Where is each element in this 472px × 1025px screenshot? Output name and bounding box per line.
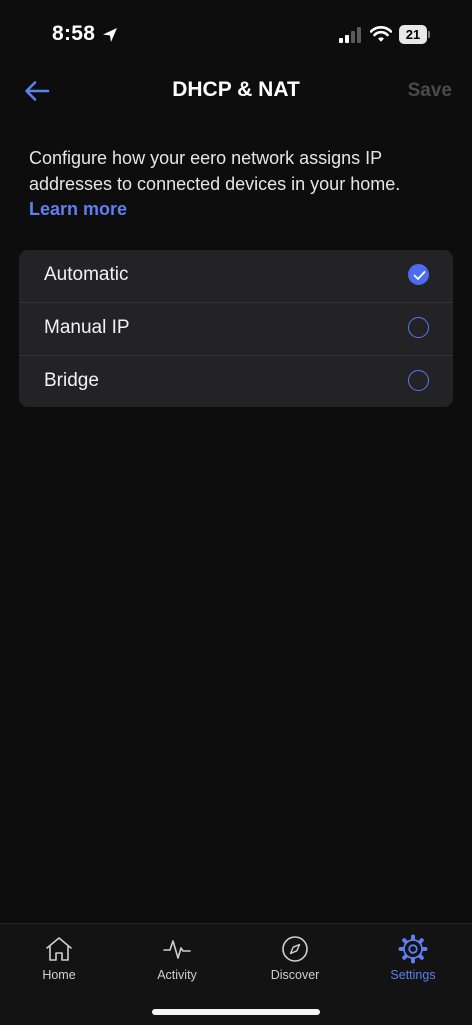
tab-discover[interactable]: Discover [236, 934, 354, 982]
tab-label: Discover [270, 968, 320, 982]
battery-nub [428, 31, 430, 38]
tab-label: Activity [157, 968, 197, 982]
tab-bar: Home Activity Discover Settings [0, 923, 472, 1025]
battery-indicator: 21 [399, 25, 430, 44]
nav-bar: DHCP & NAT Save [0, 68, 472, 114]
battery-level: 21 [405, 27, 421, 42]
learn-more-link[interactable]: Learn more [29, 199, 127, 219]
activity-icon [163, 940, 191, 959]
status-bar: 8:58 21 [0, 0, 472, 70]
tab-activity[interactable]: Activity [118, 934, 236, 982]
checked-radio-icon[interactable] [408, 264, 429, 285]
option-label: Manual IP [44, 317, 130, 338]
cellular-signal-icon [339, 27, 361, 43]
gear-icon [398, 934, 428, 964]
save-button[interactable]: Save [408, 80, 452, 102]
page-description: Configure how your eero network assigns … [29, 146, 449, 223]
option-label: Bridge [44, 370, 99, 391]
radio-icon[interactable] [408, 317, 429, 338]
checkmark-icon [413, 271, 426, 280]
network-mode-options: Automatic Manual IP Bridge [19, 250, 453, 407]
option-automatic[interactable]: Automatic [19, 250, 453, 303]
status-time: 8:58 [52, 22, 96, 45]
tab-label: Settings [390, 968, 436, 982]
home-icon [46, 937, 72, 961]
option-label: Automatic [44, 264, 129, 285]
compass-icon [282, 936, 308, 962]
tab-home[interactable]: Home [0, 934, 118, 982]
description-text: Configure how your eero network assigns … [29, 148, 401, 194]
option-bridge[interactable]: Bridge [19, 356, 453, 407]
radio-icon[interactable] [408, 370, 429, 391]
tab-label: Home [42, 968, 76, 982]
option-manual-ip[interactable]: Manual IP [19, 303, 453, 356]
wifi-icon [370, 26, 392, 42]
page-title: DHCP & NAT [172, 78, 300, 101]
home-indicator[interactable] [152, 1009, 320, 1015]
location-arrow-icon [103, 28, 117, 42]
tab-settings[interactable]: Settings [354, 934, 472, 982]
